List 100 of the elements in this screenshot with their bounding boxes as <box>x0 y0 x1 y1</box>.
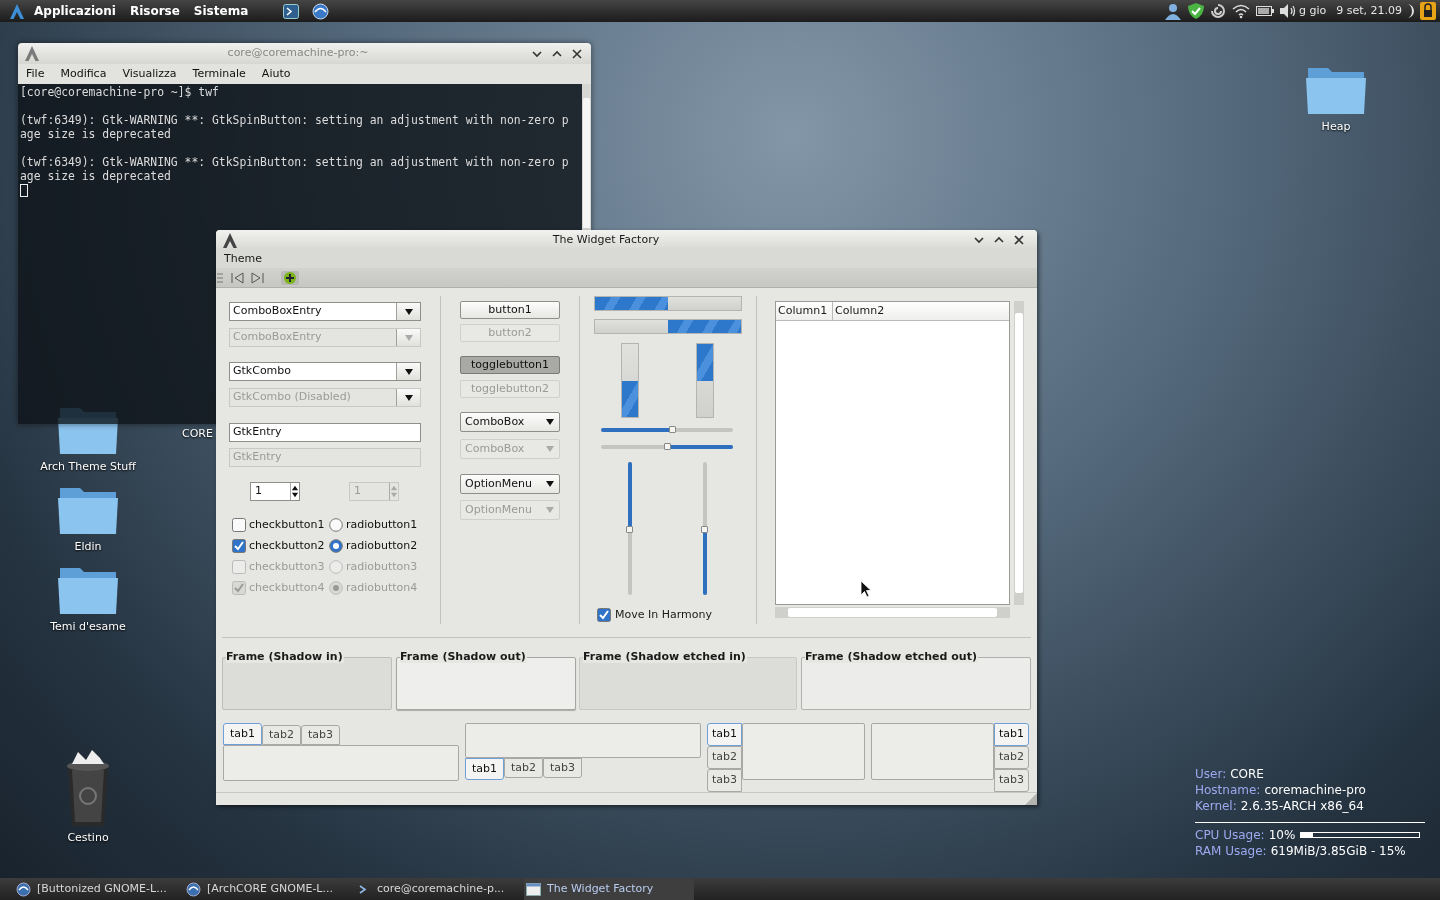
combo-box[interactable]: ComboBox <box>460 412 560 432</box>
minimize-icon[interactable] <box>973 234 985 246</box>
swirl-icon[interactable] <box>1209 3 1226 19</box>
radio-label: radiobutton2 <box>346 537 418 554</box>
resize-grip-icon[interactable] <box>1025 793 1037 805</box>
toggle-button[interactable]: togglebutton1 <box>460 356 560 374</box>
scrollbar[interactable] <box>1014 301 1024 605</box>
wifi-icon[interactable] <box>1230 3 1251 19</box>
panel-menu[interactable]: Sistema <box>193 2 249 20</box>
menu-item[interactable]: File <box>26 65 45 83</box>
tab[interactable]: tab3 <box>543 758 582 778</box>
radio-button[interactable] <box>329 539 343 553</box>
user-icon[interactable] <box>1163 2 1182 20</box>
caret-icon <box>403 306 414 317</box>
combo-field[interactable]: GtkCombo <box>229 362 421 381</box>
checkbox-label: checkbutton4 <box>249 579 325 596</box>
tab[interactable]: tab2 <box>707 746 742 769</box>
dropdown-button[interactable] <box>396 303 420 320</box>
spin-button[interactable]: 1 <box>250 482 300 501</box>
push-button[interactable]: button1 <box>460 301 560 319</box>
slider-thumb[interactable] <box>701 525 708 533</box>
icon-label[interactable]: CORE <box>182 426 213 443</box>
column-header[interactable]: Column1 <box>776 302 833 320</box>
add-icon[interactable] <box>281 270 299 285</box>
icon-label[interactable]: Cestino <box>67 830 109 847</box>
tab[interactable]: tab3 <box>707 769 742 792</box>
tab[interactable]: tab2 <box>504 758 543 778</box>
taskbar-button[interactable]: [Buttonized GNOME-L... <box>14 878 184 900</box>
tab[interactable]: tab2 <box>262 725 301 745</box>
caret-icon <box>545 444 555 454</box>
checkbox[interactable] <box>232 518 246 532</box>
scrollbar[interactable] <box>582 84 591 228</box>
arch-logo-icon[interactable] <box>24 45 40 62</box>
globe-icon <box>186 881 201 897</box>
close-icon[interactable] <box>571 47 583 60</box>
slider-thumb[interactable] <box>664 443 671 450</box>
slider-thumb[interactable] <box>626 525 633 533</box>
grip-icon[interactable] <box>217 272 223 283</box>
tab[interactable]: tab1 <box>465 758 504 780</box>
panel-menu[interactable]: Risorse <box>129 2 180 20</box>
tab[interactable]: tab1 <box>223 723 262 745</box>
radio-label: radiobutton4 <box>346 579 418 596</box>
caret-icon <box>545 505 555 515</box>
tab[interactable]: tab2 <box>994 746 1029 769</box>
spin-arrows-icon <box>389 483 398 500</box>
menu-item[interactable]: Theme <box>224 250 262 268</box>
caret-icon <box>403 392 414 403</box>
mouse-pointer-icon <box>860 580 872 598</box>
info-value: CORE <box>1230 766 1264 782</box>
taskbar-button[interactable]: [ArchCORE GNOME-L... <box>184 878 354 900</box>
slider-thumb[interactable] <box>669 426 677 433</box>
scrollbar[interactable] <box>775 607 1010 618</box>
globe-icon[interactable] <box>312 2 330 20</box>
dropdown-button[interactable] <box>396 363 420 380</box>
tab[interactable]: tab1 <box>707 723 742 746</box>
icon-label[interactable]: Eldin <box>74 539 102 556</box>
checkbox[interactable] <box>232 539 246 553</box>
tab[interactable]: tab3 <box>994 769 1029 792</box>
arch-logo-icon[interactable] <box>222 231 238 249</box>
terminal-line: age size is deprecated <box>20 169 172 183</box>
volume-icon[interactable] <box>1278 3 1297 19</box>
checkbox-label: checkbutton2 <box>249 537 325 554</box>
window-icon <box>526 882 541 896</box>
icon-label[interactable]: Heap <box>1321 119 1351 136</box>
globe-icon <box>16 881 31 897</box>
menu-item[interactable]: Terminale <box>192 65 246 83</box>
panel-menu[interactable]: Applicazioni <box>34 2 116 20</box>
terminal-line: (twf:6349): Gtk-WARNING **: GtkSpinButton: setting an adjustment with non-zero p <box>20 155 570 169</box>
last-icon[interactable] <box>251 271 265 284</box>
arch-logo-icon[interactable] <box>9 2 25 20</box>
tab[interactable]: tab3 <box>301 725 340 745</box>
menu-item[interactable]: Aiuto <box>261 65 291 83</box>
info-value: 619MiB/3.85GiB - 15% <box>1270 843 1406 859</box>
text-field[interactable]: GtkEntry <box>229 423 421 442</box>
tab[interactable]: tab1 <box>994 723 1029 746</box>
radio-button[interactable] <box>329 518 343 532</box>
battery-icon[interactable] <box>1255 5 1274 17</box>
combo-box-entry[interactable]: ComboBoxEntry <box>229 302 421 321</box>
icon-label[interactable]: Temi d'esame <box>50 619 126 636</box>
first-icon[interactable] <box>230 271 244 284</box>
menu-item[interactable]: Modifica <box>60 65 107 83</box>
frame-label: Frame (Shadow etched in) <box>583 650 747 663</box>
icon-label[interactable]: Arch Theme Stuff <box>40 459 136 476</box>
caret-icon <box>403 366 414 377</box>
clock[interactable]: 9 set, 21.09 <box>1336 2 1402 20</box>
taskbar-button[interactable]: The Widget Factory <box>524 878 694 900</box>
checkbox[interactable] <box>597 608 611 623</box>
column-header[interactable]: Column2 <box>833 302 1009 320</box>
info-value: 10% <box>1268 827 1296 843</box>
window-title: The Widget Factory <box>551 231 661 248</box>
option-menu[interactable]: OptionMenu <box>460 474 560 494</box>
lock-icon[interactable] <box>1420 2 1436 20</box>
terminal-icon[interactable] <box>283 3 300 19</box>
terminal-line: (twf:6349): Gtk-WARNING **: GtkSpinButton: setting an adjustment with non-zero p <box>20 113 570 127</box>
close-icon[interactable] <box>1013 234 1025 246</box>
info-label: Hostname: <box>1195 782 1261 798</box>
menu-item[interactable]: Visualizza <box>122 65 177 83</box>
shield-check-icon[interactable] <box>1186 2 1205 20</box>
user-status[interactable]: g gio <box>1298 2 1327 20</box>
taskbar-button[interactable]: core@coremachine-p... <box>354 878 524 900</box>
